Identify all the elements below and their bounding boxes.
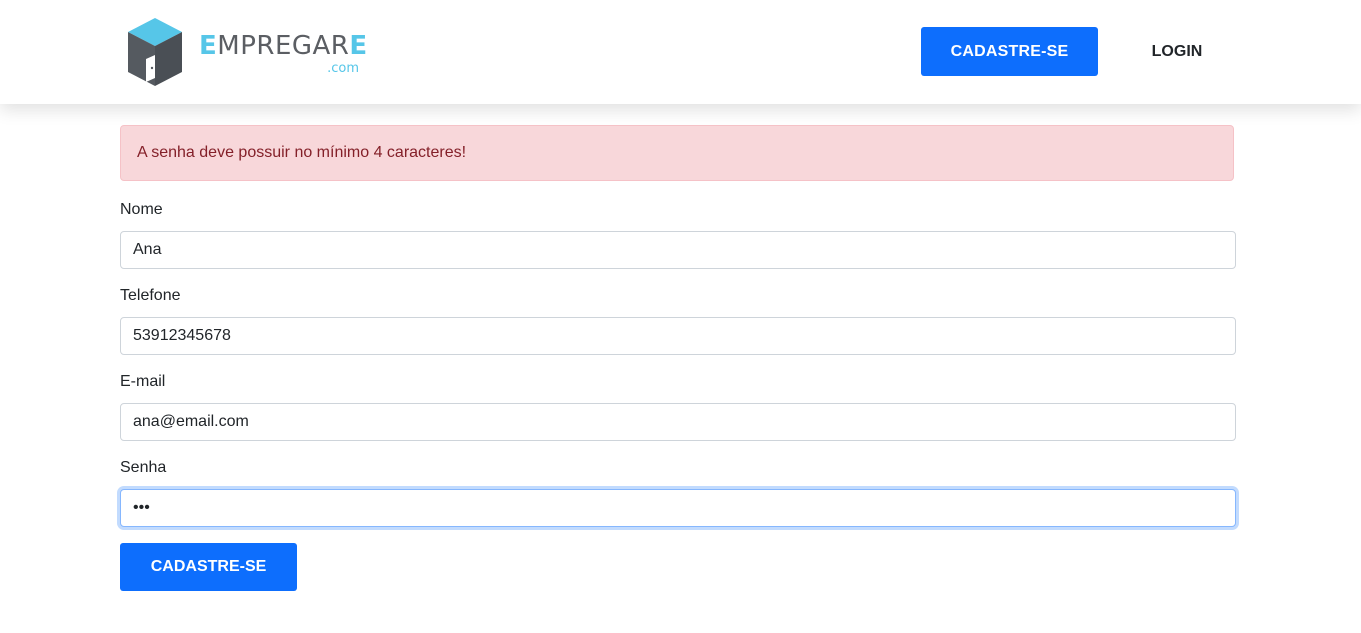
submit-signup-button[interactable]: CADASTRE-SE [120, 543, 297, 591]
logo[interactable]: EMPREGARE .com [125, 16, 367, 88]
cube-logo-icon [128, 18, 182, 86]
name-label: Nome [120, 201, 163, 218]
password-label: Senha [120, 459, 167, 476]
logo-title: EMPREGARE [199, 31, 368, 61]
password-input[interactable] [120, 489, 1236, 527]
phone-input[interactable] [120, 317, 1236, 355]
logo-domain: .com [327, 61, 359, 76]
nav-signup-button[interactable]: CADASTRE-SE [921, 27, 1098, 76]
email-input[interactable] [120, 403, 1236, 441]
logo-letters: MPREGAR [217, 31, 350, 61]
logo-letter-end: E [349, 31, 368, 61]
site-header: EMPREGARE .com CADASTRE-SE LOGIN [0, 0, 1361, 104]
email-label: E-mail [120, 373, 166, 390]
name-input[interactable] [120, 231, 1236, 269]
logo-wordmark: EMPREGARE .com [199, 27, 367, 77]
nav-login-button[interactable]: LOGIN [1130, 27, 1224, 76]
error-alert: A senha deve possuir no mínimo 4 caracte… [120, 125, 1234, 181]
logo-letter-start: E [199, 31, 218, 61]
phone-label: Telefone [120, 287, 181, 304]
